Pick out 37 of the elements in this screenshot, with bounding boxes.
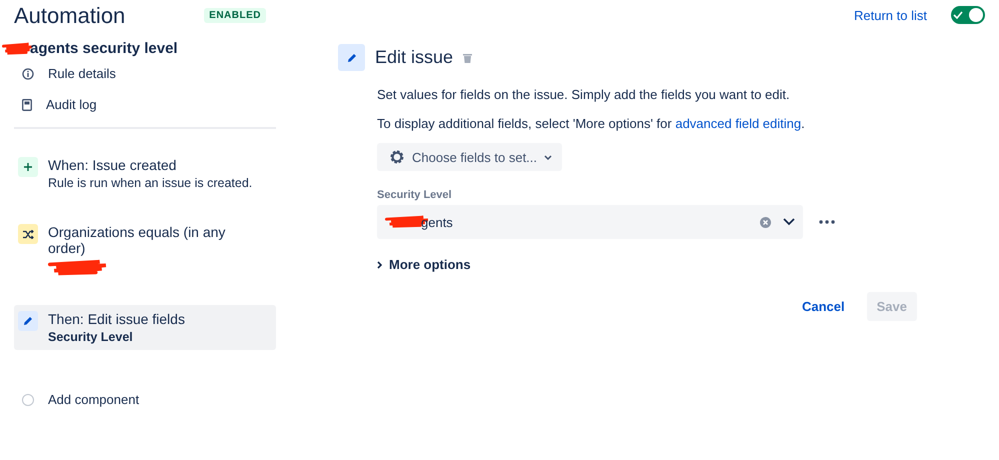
plus-icon (24, 163, 32, 171)
field-label: Security Level (377, 189, 453, 201)
document-icon (22, 98, 32, 110)
rule-toggle[interactable] (951, 6, 985, 24)
circle-icon (22, 394, 34, 406)
chevron-icon (377, 260, 383, 268)
pencil-icon (23, 316, 33, 326)
advanced-editing-link[interactable]: advanced field editing (675, 116, 802, 131)
cancel-button[interactable]: Cancel (796, 298, 851, 315)
page-title: Automation (14, 2, 126, 29)
status-badge: ENABLED (204, 8, 266, 22)
return-link[interactable]: Return to list (854, 8, 927, 22)
choose-fields-button[interactable]: Choose fields to set... (377, 143, 562, 171)
description-text: Set values for fields on the issue. Simply add the fields you want to edit. (377, 87, 791, 102)
check-icon (953, 11, 963, 19)
rule-name: agents security level (30, 40, 178, 57)
rule-component[interactable]: Then: Edit issue fields Security Level (14, 305, 276, 350)
chevron-down-icon (544, 154, 552, 160)
gear-icon (389, 149, 405, 165)
add-component-link[interactable]: Add component (48, 392, 140, 407)
shuffle-icon (22, 230, 34, 238)
sidebar-link[interactable]: Rule details (48, 66, 116, 81)
component-title: Then: Edit issue fields (48, 311, 186, 327)
component-subtitle: Security Level (48, 330, 134, 344)
clear-icon[interactable] (760, 216, 771, 228)
security-level-select[interactable]: gents (377, 205, 803, 239)
more-icon[interactable] (819, 220, 835, 224)
component-subtitle: Rule is run when an issue is created. (48, 176, 254, 190)
pencil-icon (346, 52, 356, 62)
hint-text: To display additional fields, select 'More options' for advanced field editing. (377, 116, 806, 131)
sidebar-link[interactable]: Audit log (46, 97, 97, 112)
info-icon (22, 68, 34, 80)
component-title: Organizations equals (in any order) (48, 224, 226, 256)
editor-title: Edit issue (375, 47, 454, 68)
chevron-down-icon[interactable] (783, 218, 795, 226)
component-title: When: Issue created (48, 157, 178, 173)
more-options-toggle[interactable]: More options (377, 257, 917, 272)
